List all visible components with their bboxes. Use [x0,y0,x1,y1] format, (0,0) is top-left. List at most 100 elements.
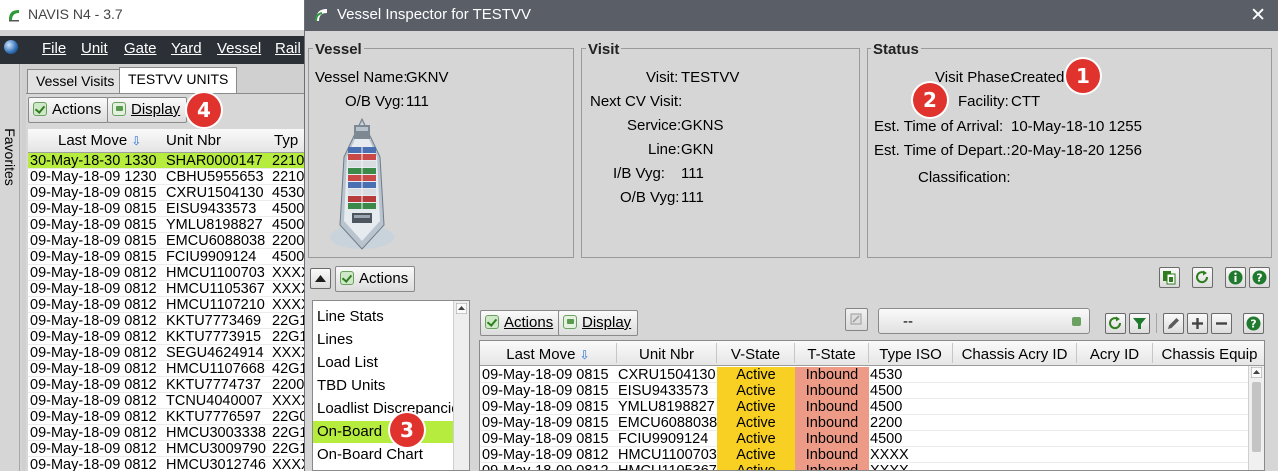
col-t-state[interactable]: T-State [795,343,869,363]
table-row[interactable]: 09-May-18-09 0812 HMCU1105367 XXXX [28,281,310,297]
list-item-load-list[interactable]: Load List [317,354,378,371]
unit-nbr-cell: EISU9433573 [618,383,709,399]
inspector-tab-list: Line Stats Lines Load List TBD Units Loa… [312,300,470,471]
add-button[interactable] [1187,313,1208,334]
list-item-lines[interactable]: Lines [317,331,353,348]
grid-row[interactable]: 09-May-18-09 0815 EISU9433573 Active Inboun… [480,383,1250,399]
col-last-move[interactable]: Last Move ⇩ [480,343,617,363]
table-row[interactable]: 09-May-18-09 0815 YMLU8198827 4500 [28,217,310,233]
table-row[interactable]: 09-May-18-09 0812 HMCU3003338 22G1 [28,425,310,441]
menu-unit[interactable]: Unit [81,40,108,57]
grid-row[interactable]: 09-May-18-09 0815 EMCU6088038 Active Inboun… [480,415,1250,431]
grid-scrollbar[interactable] [1248,366,1264,470]
refresh-icon [1196,270,1209,284]
table-row[interactable]: 09-May-18-09 0812 KKTU7774737 2200 [28,377,310,393]
grid-filter-button[interactable] [1129,313,1150,334]
favorites-strip[interactable]: Favorites [0,64,20,471]
clear-filter-button[interactable] [845,308,868,331]
col-type-iso[interactable]: Type ISO [869,343,953,363]
list-item-tbd-units[interactable]: TBD Units [317,377,385,394]
grid-row[interactable]: 09-May-18-09 0815 CXRU1504130 Active Inboun… [480,367,1250,383]
last-move-cell: 09-May-18-09 1230 [30,169,157,185]
col-type[interactable]: Typ [274,132,298,149]
grid-row[interactable]: 09-May-18-09 0815 YMLU8198827 Active Inboun… [480,399,1250,415]
menu-file[interactable]: File [42,40,66,57]
grid-row[interactable]: 09-May-18-09 0812 HMCU1105367 Active Inboun… [480,463,1250,470]
list-item-on-board[interactable]: On-Board [313,421,453,443]
sort-icon[interactable]: ⇩ [131,134,141,148]
menu-yard[interactable]: Yard [171,40,202,57]
list-item-line-stats[interactable]: Line Stats [317,308,384,325]
help-icon: ? [1252,270,1267,285]
col-unit-nbr[interactable]: Unit Nbr [617,343,717,363]
table-row[interactable]: 09-May-18-09 0815 FCIU9909124 4500 [28,249,310,265]
edit-button[interactable] [1163,313,1184,334]
last-move-cell: 09-May-18-09 0815 [30,185,157,201]
check-icon [340,271,354,285]
scroll-up-icon[interactable] [456,303,467,314]
list-scrollbar[interactable] [453,301,469,470]
table-row[interactable]: 09-May-18-09 0812 TCNU4040007 XXXX [28,393,310,409]
grid-display-button[interactable]: Display [558,310,639,336]
list-item-loadlist-discrepancies[interactable]: Loadlist Discrepancies [317,400,467,417]
table-row[interactable]: 09-May-18-09 0815 EMCU6088038 2200 [28,233,310,249]
main-window-title: NAVIS N4 - 3.7 [28,6,123,22]
main-actions-button[interactable]: Actions [28,97,109,123]
tab-vessel-visits[interactable]: Vessel Visits [27,69,124,93]
globe-icon[interactable] [4,40,18,54]
col-chassis-acry-id[interactable]: Chassis Acry ID [953,343,1077,363]
col-acry-id[interactable]: Acry ID [1077,343,1153,363]
sort-icon[interactable]: ⇩ [580,348,590,362]
table-row[interactable]: 09-May-18-09 0812 KKTU7776597 22G0 [28,409,310,425]
table-row[interactable]: 09-May-18-09 0812 HMCU1107668 42G1 [28,361,310,377]
table-row[interactable]: 09-May-18-09 0815 CXRU1504130 4530 [28,185,310,201]
toolbar-divider [1156,313,1157,333]
col-v-state[interactable]: V-State [717,343,795,363]
favorites-label[interactable]: Favorites [2,113,18,201]
table-row[interactable]: 09-May-18-09 0812 HMCU3009790 22G1 [28,441,310,457]
collapse-up-button[interactable] [310,268,331,289]
col-last-move[interactable]: Last Move ⇩ [58,132,141,149]
grid-row[interactable]: 09-May-18-09 0812 HMCU1100703 Active Inboun… [480,447,1250,463]
type-cell: 4500 [272,249,305,265]
navis-logo-icon [9,10,19,22]
export-button[interactable] [1159,267,1180,288]
menu-gate[interactable]: Gate [124,40,157,57]
table-row[interactable]: 09-May-18-09 0812 SEGU4624914 XXXX [28,345,310,361]
info-button[interactable] [1225,267,1246,288]
grid-refresh-button[interactable] [1105,313,1126,334]
table-row[interactable]: 09-May-18-09 1230 CBHU5955653 2210 [28,169,310,185]
info-icon [1228,270,1243,285]
close-icon[interactable]: ✕ [1250,4,1266,27]
scroll-up-icon[interactable] [1251,367,1262,378]
table-row[interactable]: 30-May-18-30 1330 SHAR0000147 2210 [28,153,310,169]
dropdown-indicator-icon [1072,317,1081,326]
col-chassis-equip[interactable]: Chassis Equip [1153,343,1264,363]
grid-actions-button[interactable]: Actions [480,310,561,336]
scroll-thumb[interactable] [1252,382,1261,452]
refresh-button[interactable] [1192,267,1213,288]
menu-vessel[interactable]: Vessel [217,40,261,57]
remove-button[interactable] [1211,313,1232,334]
help-button[interactable]: ? [1249,267,1270,288]
list-item-on-board-chart[interactable]: On-Board Chart [317,446,423,463]
dialog-actions-button[interactable]: Actions [335,266,416,292]
grid-row[interactable]: 09-May-18-09 0815 FCIU9909124 Active Inboun… [480,431,1250,447]
menu-rail[interactable]: Rail [275,40,301,57]
table-row[interactable]: 09-May-18-09 0812 HMCU1100703 XXXX [28,265,310,281]
callout-3: 3 [390,413,424,447]
tab-testvv-units[interactable]: TESTVV UNITS [119,67,238,94]
col-unit-nbr[interactable]: Unit Nbr [166,132,221,149]
table-row[interactable]: 09-May-18-09 0812 KKTU7773469 22G1 [28,313,310,329]
type-cell: 22G1 [272,313,308,329]
table-row[interactable]: 09-May-18-09 0812 HMCU1107210 XXXX [28,297,310,313]
last-move-cell: 09-May-18-09 0812 [30,281,157,297]
last-move-cell: 09-May-18-09 0812 [30,409,157,425]
table-row[interactable]: 09-May-18-09 0812 HMCU3012746 XXXX [28,457,310,471]
filter-dropdown[interactable]: -- [878,308,1090,334]
table-row[interactable]: 09-May-18-09 0815 EISU9433573 4500 [28,201,310,217]
main-display-button[interactable]: Display [107,97,188,123]
table-row[interactable]: 09-May-18-09 0812 KKTU7773915 22G1 [28,329,310,345]
last-move-cell: 09-May-18-09 0812 [30,361,157,377]
grid-help-button[interactable]: ? [1243,313,1264,334]
